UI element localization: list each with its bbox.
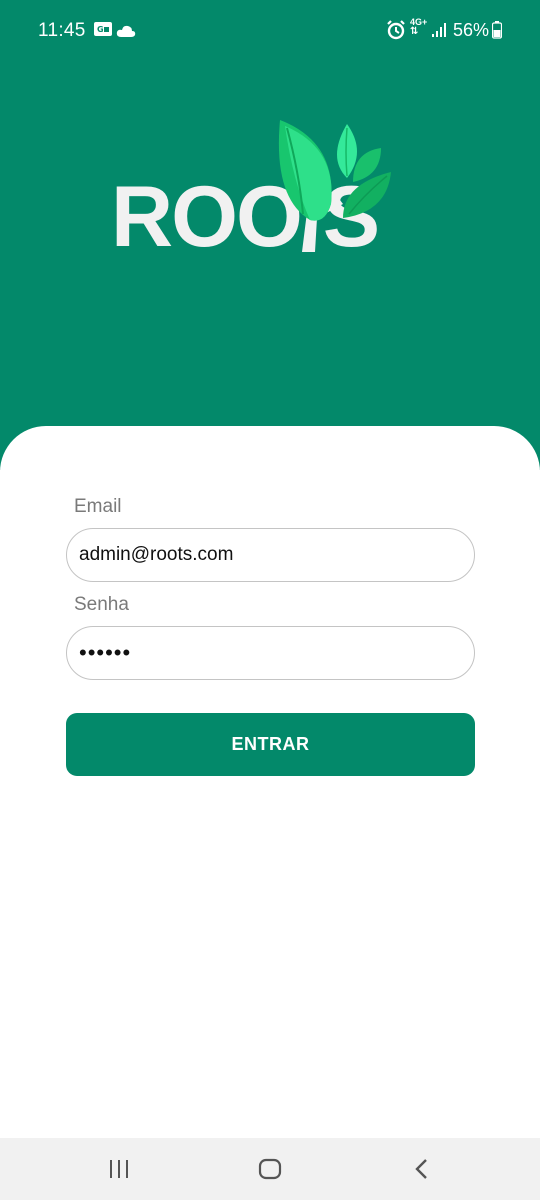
- email-label: Email: [74, 496, 122, 517]
- password-field[interactable]: [66, 626, 475, 680]
- recent-apps-icon[interactable]: [108, 1159, 130, 1184]
- login-button[interactable]: ENTRAR: [66, 713, 475, 776]
- status-time: 11:45: [38, 20, 86, 41]
- network-4g-icon: 4G+ ⇅: [410, 17, 428, 37]
- battery-percent: 56%: [453, 20, 490, 40]
- system-nav-bar: [0, 1138, 540, 1200]
- gallery-icon: G: [93, 20, 113, 43]
- svg-text:G: G: [97, 25, 104, 34]
- roots-logo: ROO S: [105, 112, 440, 260]
- status-bar: 11:45 G 4G+ ⇅ 56%: [0, 0, 540, 62]
- back-icon[interactable]: [412, 1158, 430, 1185]
- battery-icon: [491, 21, 503, 44]
- password-label: Senha: [74, 594, 129, 615]
- signal-icon: [431, 22, 449, 43]
- cloud-icon: [116, 22, 136, 43]
- leaf-icon: [278, 120, 391, 252]
- home-icon[interactable]: [258, 1158, 282, 1185]
- email-field[interactable]: [66, 528, 475, 582]
- alarm-icon: [386, 20, 406, 45]
